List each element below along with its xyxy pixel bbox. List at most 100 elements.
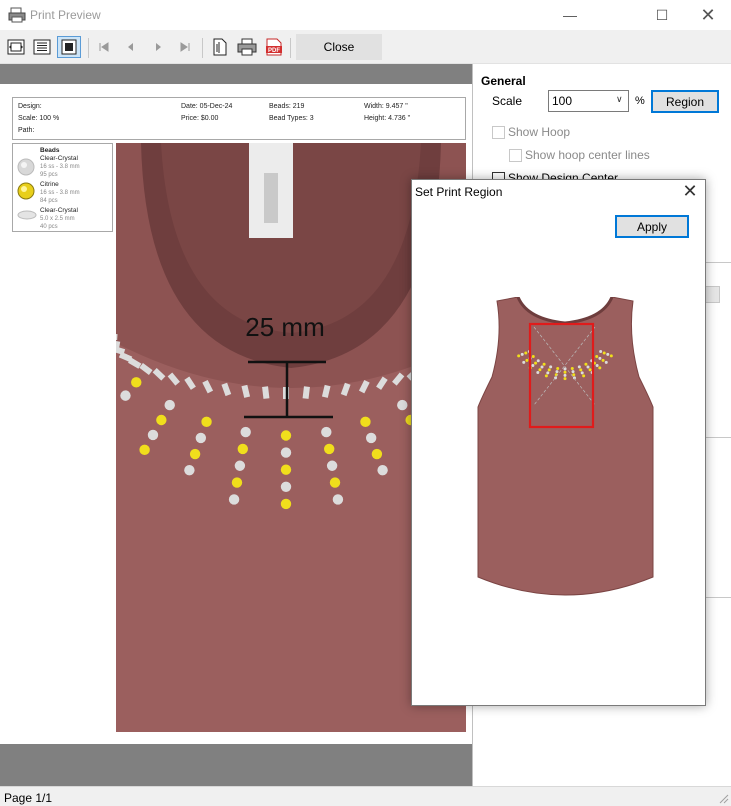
thumb-bead bbox=[584, 362, 588, 366]
actual-size-button[interactable] bbox=[57, 36, 81, 58]
page-setup-button[interactable] bbox=[208, 36, 232, 58]
thumb-bead bbox=[563, 373, 567, 377]
measurement-label: 25 mm bbox=[245, 312, 324, 342]
bead bbox=[326, 460, 338, 471]
thumb-bead bbox=[542, 362, 546, 366]
bead bbox=[231, 477, 243, 488]
bead bbox=[240, 426, 251, 438]
info-date: Date: 05-Dec-24 bbox=[181, 103, 233, 110]
pdf-icon-label: PDF bbox=[268, 48, 280, 54]
window-title: Print Preview bbox=[30, 8, 101, 22]
previous-page-button[interactable] bbox=[119, 36, 143, 58]
show-hoop-checkbox[interactable] bbox=[492, 126, 505, 139]
scale-label: Scale bbox=[492, 94, 523, 108]
thumb-bead bbox=[599, 350, 603, 354]
thumb-bead bbox=[602, 351, 606, 355]
region-button[interactable]: Region bbox=[651, 90, 719, 113]
thumb-bead bbox=[517, 354, 521, 358]
last-page-icon bbox=[180, 42, 190, 52]
next-page-button[interactable] bbox=[146, 36, 170, 58]
thumb-bead bbox=[580, 371, 584, 375]
legend-item-name: Clear-Crystal bbox=[40, 155, 78, 162]
thumb-bead bbox=[570, 366, 574, 370]
bead bbox=[329, 477, 341, 488]
last-page-button[interactable] bbox=[173, 36, 197, 58]
thumb-bead bbox=[534, 361, 538, 365]
bead bbox=[365, 432, 377, 444]
close-preview-button[interactable]: Close bbox=[296, 34, 382, 60]
thumb-bead bbox=[556, 366, 560, 370]
dialog-close-button[interactable]: ✕ bbox=[680, 181, 700, 202]
thumb-bead bbox=[547, 368, 551, 372]
bead bbox=[324, 443, 335, 455]
export-pdf-button[interactable]: PDF bbox=[262, 36, 286, 58]
page-setup-icon bbox=[213, 38, 227, 56]
resize-grip-icon[interactable] bbox=[718, 793, 729, 804]
first-page-button[interactable] bbox=[92, 36, 116, 58]
thumb-bead bbox=[586, 365, 590, 369]
thumb-bead bbox=[536, 359, 540, 363]
bead bbox=[280, 447, 292, 458]
scale-value: 100 bbox=[552, 94, 573, 108]
info-scale: Scale: 100 % bbox=[18, 115, 60, 122]
fit-page-button[interactable] bbox=[4, 36, 28, 58]
bead bbox=[371, 448, 383, 460]
thumb-bead bbox=[601, 358, 605, 362]
region-selector-canvas[interactable] bbox=[474, 297, 657, 605]
thumb-bead bbox=[531, 364, 535, 368]
bead bbox=[147, 429, 159, 441]
bead bbox=[321, 426, 332, 438]
legend-item-count: 95 pcs bbox=[40, 172, 58, 178]
thumb-bead bbox=[540, 365, 544, 369]
show-hoop-center-label: Show hoop center lines bbox=[525, 148, 650, 162]
toolbar-separator bbox=[202, 38, 203, 58]
panel-divider bbox=[705, 262, 731, 263]
thumb-bead bbox=[549, 365, 553, 369]
thumb-bead bbox=[579, 368, 583, 372]
bead bbox=[377, 464, 388, 476]
close-window-button[interactable]: ✕ bbox=[685, 0, 731, 30]
info-width: Width: 9.457 " bbox=[364, 103, 408, 110]
citrine-swatch bbox=[17, 182, 35, 200]
page-indicator: Page 1/1 bbox=[4, 791, 53, 805]
general-heading: General bbox=[481, 74, 526, 88]
previous-page-icon bbox=[128, 43, 133, 51]
panel-divider bbox=[705, 437, 731, 438]
thumb-bead bbox=[595, 354, 599, 358]
thumb-bead bbox=[544, 374, 548, 378]
chevron-down-icon[interactable]: ∨ bbox=[616, 94, 623, 105]
fit-width-icon bbox=[33, 39, 51, 55]
bead bbox=[280, 481, 292, 492]
apply-button[interactable]: Apply bbox=[615, 215, 689, 238]
maximize-button[interactable]: ☐ bbox=[639, 0, 685, 30]
bead bbox=[184, 464, 195, 476]
show-hoop-center-checkbox[interactable] bbox=[509, 149, 522, 162]
bead bbox=[237, 443, 248, 455]
thumb-bead bbox=[520, 352, 524, 356]
bead bbox=[280, 464, 292, 475]
printer-icon bbox=[237, 38, 257, 56]
bead bbox=[189, 448, 201, 460]
print-preview-app-icon bbox=[8, 7, 26, 23]
first-page-icon bbox=[99, 42, 109, 52]
thumb-bead bbox=[563, 377, 567, 381]
thumb-bead bbox=[595, 364, 599, 368]
minimize-button[interactable]: — bbox=[547, 0, 593, 30]
thumb-bead bbox=[571, 370, 575, 374]
clear-crystal-swatch bbox=[17, 158, 35, 176]
title-bar bbox=[0, 0, 731, 30]
bead bbox=[195, 432, 207, 444]
bead bbox=[234, 460, 246, 471]
thumb-bead bbox=[522, 360, 526, 364]
fit-width-button[interactable] bbox=[30, 36, 54, 58]
bead bbox=[164, 399, 175, 411]
thumb-bead bbox=[525, 358, 529, 362]
thumb-bead bbox=[536, 370, 540, 374]
legend-item-name: Citrine bbox=[40, 181, 59, 188]
print-button[interactable] bbox=[235, 36, 259, 58]
thumb-bead bbox=[588, 368, 592, 372]
panel-control-stub[interactable] bbox=[705, 286, 720, 303]
bead bbox=[120, 390, 131, 401]
thumb-bead bbox=[555, 370, 559, 374]
thumb-bead bbox=[563, 370, 567, 374]
